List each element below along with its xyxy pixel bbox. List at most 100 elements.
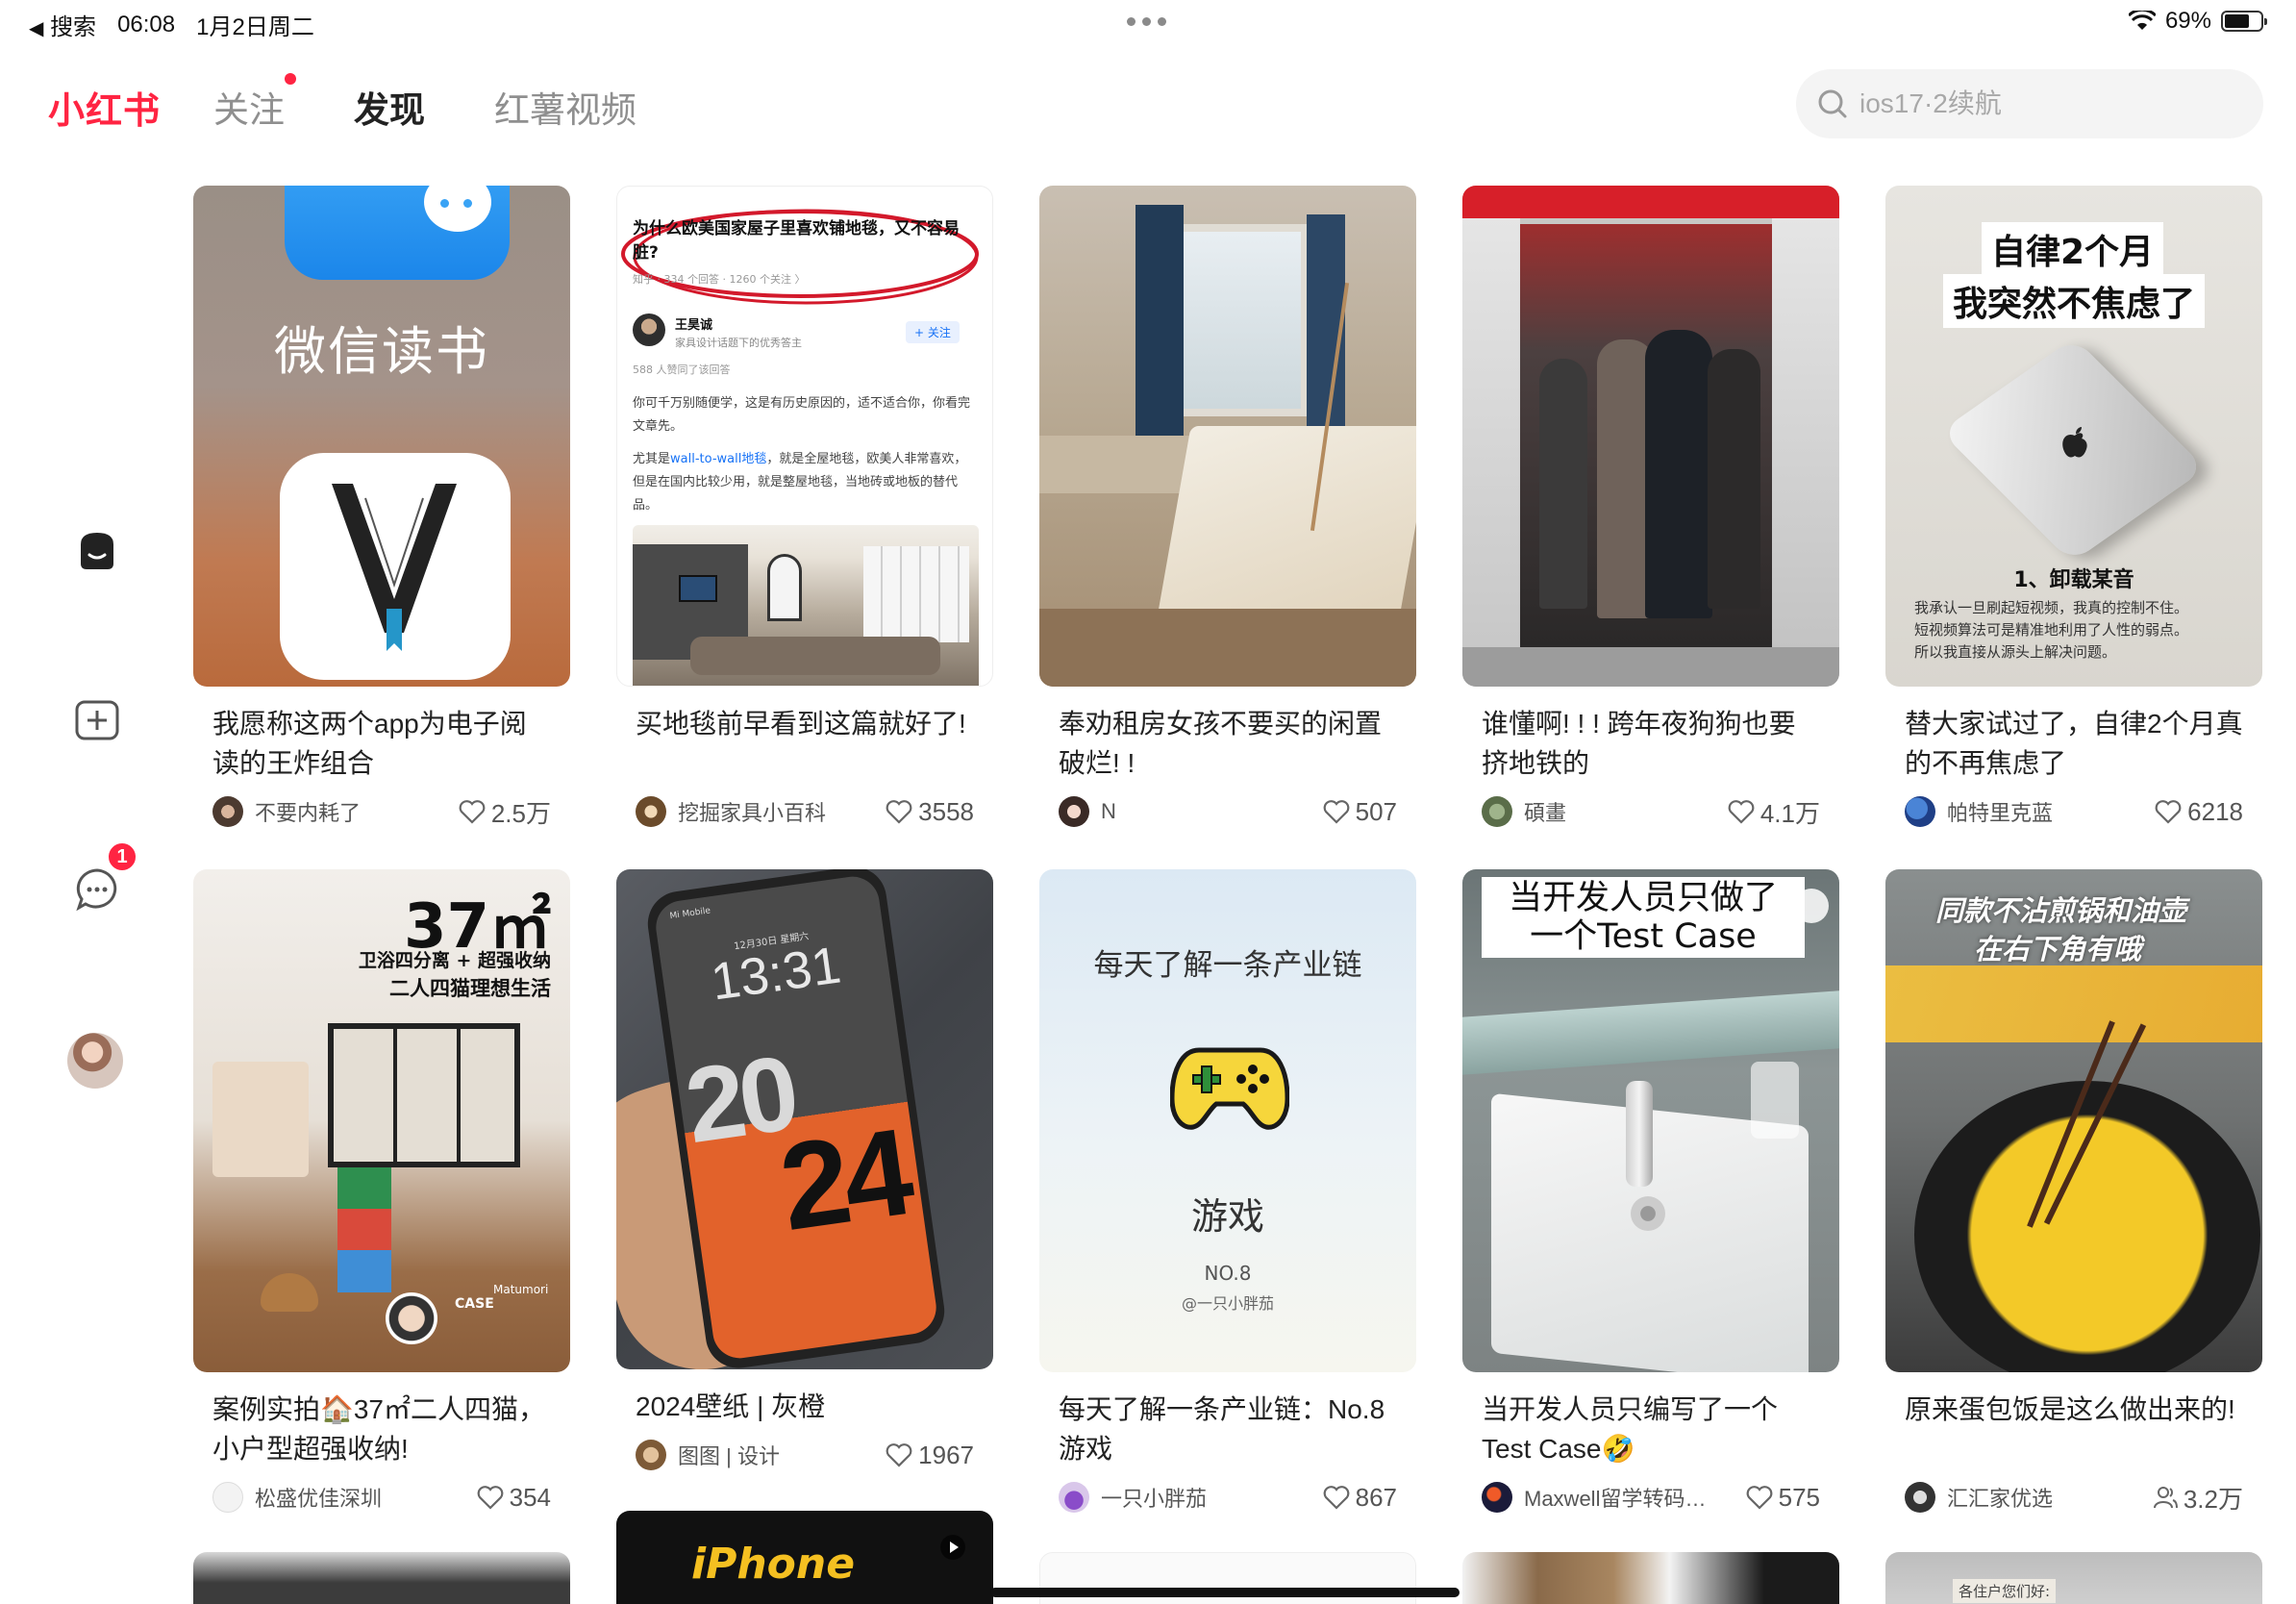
- author-avatar[interactable]: [212, 1482, 243, 1513]
- phone-carrier: Mi Mobile: [668, 906, 711, 922]
- author-avatar[interactable]: [212, 796, 243, 827]
- like-button[interactable]: 4.1万: [1728, 794, 1820, 830]
- like-count: 507: [1355, 796, 1397, 826]
- author-avatar[interactable]: [1059, 796, 1089, 827]
- cover-brand: Matumori: [493, 1283, 549, 1296]
- follow-chip: + 关注: [906, 321, 960, 343]
- author-avatar[interactable]: [1482, 796, 1512, 827]
- note-card[interactable]: 为什么欧美国家屋子里喜欢铺地毯，又不容易脏? 知乎 · 334 个回答 · 12…: [616, 186, 993, 829]
- author-avatar[interactable]: [636, 796, 666, 827]
- note-card[interactable]: 各住户您们好:: [1885, 1552, 2262, 1604]
- like-button[interactable]: 3.2万: [2153, 1480, 2243, 1516]
- author-name[interactable]: 汇汇家优选: [1947, 1482, 2143, 1513]
- like-button[interactable]: 3558: [886, 797, 974, 827]
- tab-following[interactable]: 关注: [213, 73, 296, 133]
- author-name[interactable]: N: [1101, 799, 1313, 824]
- like-count: 4.1万: [1759, 798, 1820, 828]
- author-name[interactable]: 一只小胖茄: [1101, 1482, 1313, 1513]
- like-button[interactable]: 507: [1323, 797, 1397, 827]
- like-button[interactable]: 354: [477, 1483, 551, 1513]
- cover-body-line: 所以我直接从源头上解决问题。: [1914, 643, 2117, 661]
- note-title: 奉劝租房女孩不要买的闲置破烂! !: [1059, 709, 1383, 778]
- like-count: 354: [509, 1482, 551, 1512]
- cover-banner: iPhone: [691, 1540, 856, 1589]
- note-card[interactable]: 37㎡ 卫浴四分离 + 超强收纳 二人四猫理想生活 CASE Matumori …: [193, 869, 570, 1515]
- answerer-name: 王昊诚: [675, 318, 713, 333]
- sidebar-home-button[interactable]: [73, 527, 121, 575]
- app-logo[interactable]: 小红书: [48, 81, 161, 134]
- like-count: 1967: [918, 1440, 974, 1469]
- cover-point: 1、卸载某音: [2013, 568, 2134, 592]
- like-button[interactable]: 6218: [2155, 797, 2243, 827]
- note-card[interactable]: [1462, 1552, 1839, 1604]
- heart-icon: [459, 800, 486, 824]
- heart-icon: [1746, 1486, 1772, 1510]
- cover-note: 各住户您们好:: [1953, 1579, 2057, 1603]
- like-button[interactable]: 867: [1323, 1483, 1397, 1513]
- battery-percent: 69%: [2164, 8, 2211, 34]
- note-card[interactable]: 每天了解一条产业链 游戏 NO.8 @一只小胖茄 每天了解一条产业链：No.8游…: [1039, 869, 1416, 1515]
- cover-line-1: 当开发人员只做了: [1508, 879, 1778, 917]
- cover-line-2: 一个Test Case: [1530, 917, 1757, 956]
- back-to-app-link[interactable]: ◀ 搜索: [29, 8, 96, 41]
- author-name[interactable]: 碩畫: [1524, 796, 1718, 827]
- note-card[interactable]: 微信读书 我愿称这两个app为电子阅读的王炸组合 不要内耗了 2.5万: [193, 186, 570, 829]
- author-name[interactable]: 挖掘家具小百科: [678, 796, 876, 827]
- note-card[interactable]: 谁懂啊! ! ! 跨年夜狗狗也要挤地铁的 碩畫 4.1万: [1462, 186, 1839, 829]
- author-name[interactable]: 帕特里克蓝: [1947, 796, 2145, 827]
- cover-subject: 游戏: [1190, 1195, 1264, 1238]
- note-title: 我愿称这两个app为电子阅读的王炸组合: [212, 709, 527, 778]
- author-name[interactable]: 松盛优佳深圳: [255, 1482, 467, 1513]
- top-tabs: 关注 发现 红薯视频: [213, 73, 636, 133]
- note-card[interactable]: Mi Mobile 12月30日 星期六 13:31 20 24 2024壁纸 …: [616, 869, 993, 1472]
- note-card[interactable]: 奉劝租房女孩不要买的闲置破烂! ! N 507: [1039, 186, 1416, 829]
- note-cover-image: 微信读书: [193, 186, 570, 687]
- author-avatar[interactable]: [1059, 1482, 1089, 1513]
- note-cover-image: [1462, 186, 1839, 687]
- author-avatar[interactable]: [1482, 1482, 1512, 1513]
- author-name[interactable]: 不要内耗了: [255, 796, 449, 827]
- note-card[interactable]: iPhone: [616, 1511, 993, 1604]
- like-count: 3558: [918, 796, 974, 826]
- cover-line-1: 卫浴四分离 + 超强收纳: [358, 950, 551, 971]
- wifi-icon: [2128, 11, 2156, 30]
- multitask-handle[interactable]: [1127, 6, 1166, 26]
- cover-line-2: 我突然不焦虑了: [1943, 274, 2206, 328]
- home-indicator[interactable]: [990, 1588, 1460, 1597]
- tab-video[interactable]: 红薯视频: [494, 81, 636, 133]
- home-face-icon: [81, 533, 113, 569]
- heart-icon: [477, 1486, 503, 1510]
- author-avatar[interactable]: [1905, 796, 1935, 827]
- sidebar-publish-button[interactable]: [73, 696, 121, 744]
- note-title: 原来蛋包饭是这么做出来的!: [1905, 1394, 2235, 1424]
- author-name[interactable]: 图图 | 设计: [678, 1440, 876, 1470]
- note-cover-image: iPhone: [616, 1511, 993, 1604]
- heart-icon: [886, 1443, 912, 1467]
- like-button[interactable]: 1967: [886, 1441, 974, 1470]
- note-card[interactable]: 同款不沾煎锅和油壶 在右下角有哦 原来蛋包饭是这么做出来的! 汇汇家优选 3.2…: [1885, 869, 2262, 1515]
- heart-icon: [886, 800, 912, 824]
- note-card[interactable]: 当开发人员只做了 一个Test Case 当开发人员只编写了一个Test Cas…: [1462, 869, 1839, 1515]
- tab-discover[interactable]: 发现: [354, 81, 425, 133]
- author-avatar[interactable]: [636, 1440, 666, 1470]
- search-input[interactable]: [1859, 88, 2225, 119]
- author-name[interactable]: Maxwell留学转码…: [1524, 1482, 1736, 1513]
- note-card[interactable]: 自律2个月 我突然不焦虑了 1、卸载某音 我承认一旦刷起短视频，我真的控制不住。…: [1885, 186, 2262, 829]
- note-cover-image: 同款不沾煎锅和油壶 在右下角有哦: [1885, 869, 2262, 1372]
- phone-year-bottom: 24: [772, 1103, 916, 1258]
- like-button[interactable]: 2.5万: [459, 794, 551, 830]
- search-bar[interactable]: [1796, 69, 2263, 138]
- sidebar-messages-button[interactable]: [73, 865, 121, 914]
- person-icon: [2153, 1487, 2178, 1509]
- cover-heading: 每天了解一条产业链: [1093, 948, 1362, 983]
- note-title: 替大家试过了，自律2个月真的不再焦虑了: [1905, 709, 2243, 778]
- like-count: 2.5万: [490, 798, 551, 828]
- note-card[interactable]: [193, 1552, 570, 1604]
- author-avatar[interactable]: [1905, 1482, 1935, 1513]
- back-triangle-icon: ◀: [29, 18, 44, 39]
- answer-link: wall-to-wall地毯: [670, 452, 767, 466]
- clock: 06:08: [117, 11, 176, 38]
- profile-avatar[interactable]: [67, 1033, 123, 1089]
- cover-case: CASE: [455, 1296, 494, 1312]
- like-button[interactable]: 575: [1746, 1483, 1820, 1513]
